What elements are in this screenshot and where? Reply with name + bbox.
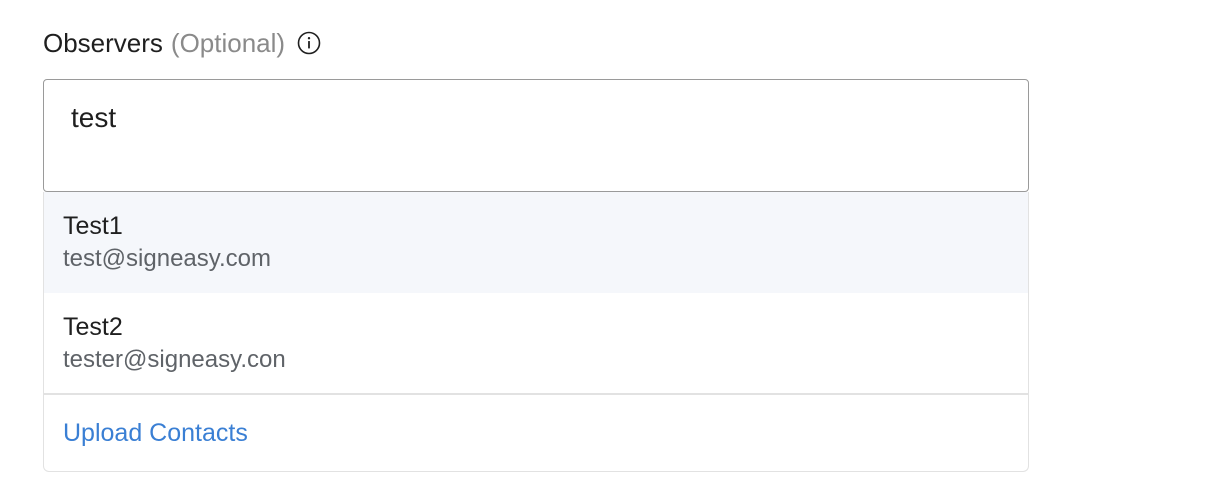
suggestions-dropdown: Test1 test@signeasy.com Test2 tester@sig… xyxy=(43,192,1029,472)
observers-input[interactable] xyxy=(71,102,971,134)
info-icon[interactable] xyxy=(297,31,321,55)
upload-contacts-link[interactable]: Upload Contacts xyxy=(63,419,248,448)
suggestion-name: Test2 xyxy=(63,313,123,341)
observers-label-row: Observers (Optional) xyxy=(43,25,321,61)
dropdown-divider xyxy=(44,393,1028,395)
observers-label: Observers xyxy=(43,27,163,58)
suggestion-name: Test1 xyxy=(63,212,123,240)
suggestion-item-test2[interactable]: Test2 tester@signeasy.con xyxy=(44,293,1028,394)
suggestion-email: tester@signeasy.con xyxy=(63,346,286,373)
suggestion-email: test@signeasy.com xyxy=(63,245,271,272)
optional-label: (Optional) xyxy=(170,27,286,58)
suggestion-item-test1[interactable]: Test1 test@signeasy.com xyxy=(44,192,1028,293)
observers-input-box[interactable] xyxy=(43,79,1029,192)
